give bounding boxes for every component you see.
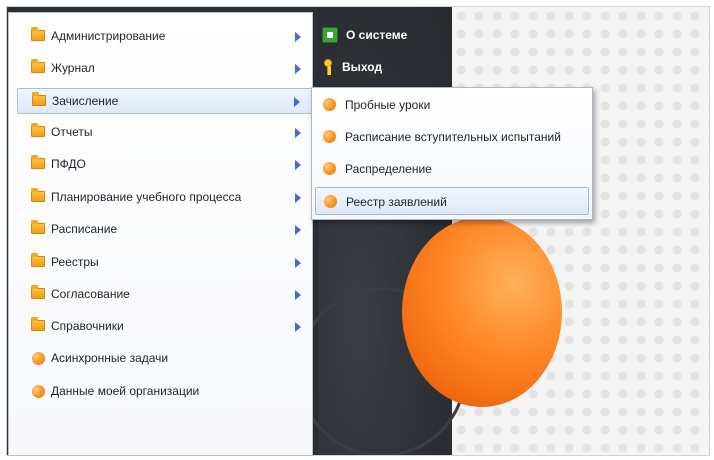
menu-item-label: Согласование xyxy=(51,287,130,301)
folder-icon xyxy=(31,59,45,73)
submenu-item-label: Пробные уроки xyxy=(345,98,431,112)
menu-item-label: Журнал xyxy=(51,61,95,75)
submenu-item-distribution[interactable]: Распределение xyxy=(315,155,589,183)
chevron-right-icon xyxy=(295,32,301,42)
menu-item-schedule[interactable]: Расписание xyxy=(17,217,313,243)
menu-item-label: ПФДО xyxy=(51,157,86,171)
folder-icon xyxy=(31,155,45,169)
chevron-right-icon xyxy=(295,128,301,138)
about-system-label: О системе xyxy=(346,28,408,42)
menu-item-journal[interactable]: Журнал xyxy=(17,56,313,82)
menu-item-label: Администрирование xyxy=(51,29,166,43)
orange-dot-icon xyxy=(323,98,336,111)
menu-item-reports[interactable]: Отчеты xyxy=(17,120,313,146)
chevron-right-icon xyxy=(295,193,301,203)
logout-item[interactable]: Выход xyxy=(322,59,382,75)
chevron-right-icon xyxy=(295,225,301,235)
about-system-item[interactable]: О системе xyxy=(322,27,407,43)
chevron-right-icon xyxy=(295,64,301,74)
menu-item-label: Справочники xyxy=(51,319,124,333)
menu-item-label: Асинхронные задачи xyxy=(51,351,169,365)
orange-dot-icon xyxy=(323,130,336,143)
menu-item-label: Отчеты xyxy=(51,125,93,139)
orange-dot-icon xyxy=(324,195,337,208)
menu-item-administration[interactable]: Администрирование xyxy=(17,24,313,50)
folder-icon xyxy=(31,123,45,137)
menu-item-references[interactable]: Справочники xyxy=(17,314,313,340)
chevron-right-icon xyxy=(295,290,301,300)
menu-item-label: Планирование учебного процесса xyxy=(51,190,242,204)
submenu-item-label: Реестр заявлений xyxy=(346,195,447,209)
main-menu: Администрирование Журнал Зачисление Отче… xyxy=(8,12,313,456)
menu-item-label: Зачисление xyxy=(52,94,119,108)
enrollment-submenu: Пробные уроки Расписание вступительных и… xyxy=(311,87,593,220)
menu-item-pfdo[interactable]: ПФДО xyxy=(17,152,313,178)
logout-label: Выход xyxy=(342,60,383,74)
menu-item-label: Расписание xyxy=(51,222,118,236)
orange-dot-icon xyxy=(323,162,336,175)
orange-dot-icon xyxy=(32,352,45,365)
submenu-item-entrance-exams-schedule[interactable]: Расписание вступительных испытаний xyxy=(315,123,589,151)
chevron-right-icon xyxy=(295,322,301,332)
folder-icon xyxy=(31,27,45,41)
menu-item-label: Данные моей организации xyxy=(51,384,200,398)
menu-item-registries[interactable]: Реестры xyxy=(17,250,313,276)
submenu-item-trial-lessons[interactable]: Пробные уроки xyxy=(315,91,589,119)
menu-item-planning[interactable]: Планирование учебного процесса xyxy=(17,185,313,211)
menu-item-async-tasks[interactable]: Асинхронные задачи xyxy=(17,346,313,372)
submenu-item-label: Расписание вступительных испытаний xyxy=(345,130,561,144)
folder-icon xyxy=(31,285,45,299)
folder-icon xyxy=(31,253,45,267)
key-icon xyxy=(322,59,334,75)
folder-icon xyxy=(31,317,45,331)
folder-icon xyxy=(31,220,45,234)
submenu-item-applications-registry[interactable]: Реестр заявлений xyxy=(315,187,589,215)
menu-item-my-organization[interactable]: Данные моей организации xyxy=(17,379,313,405)
basketball-graphic xyxy=(402,217,562,407)
menu-item-approval[interactable]: Согласование xyxy=(17,282,313,308)
menu-item-enrollment[interactable]: Зачисление xyxy=(17,88,313,114)
monitor-icon xyxy=(322,27,338,43)
chevron-right-icon xyxy=(295,160,301,170)
orange-dot-icon xyxy=(32,385,45,398)
menu-item-label: Реестры xyxy=(51,255,99,269)
folder-icon xyxy=(32,92,46,106)
submenu-item-label: Распределение xyxy=(345,162,432,176)
chevron-right-icon xyxy=(295,258,301,268)
folder-icon xyxy=(31,188,45,202)
chevron-right-icon xyxy=(294,97,300,107)
